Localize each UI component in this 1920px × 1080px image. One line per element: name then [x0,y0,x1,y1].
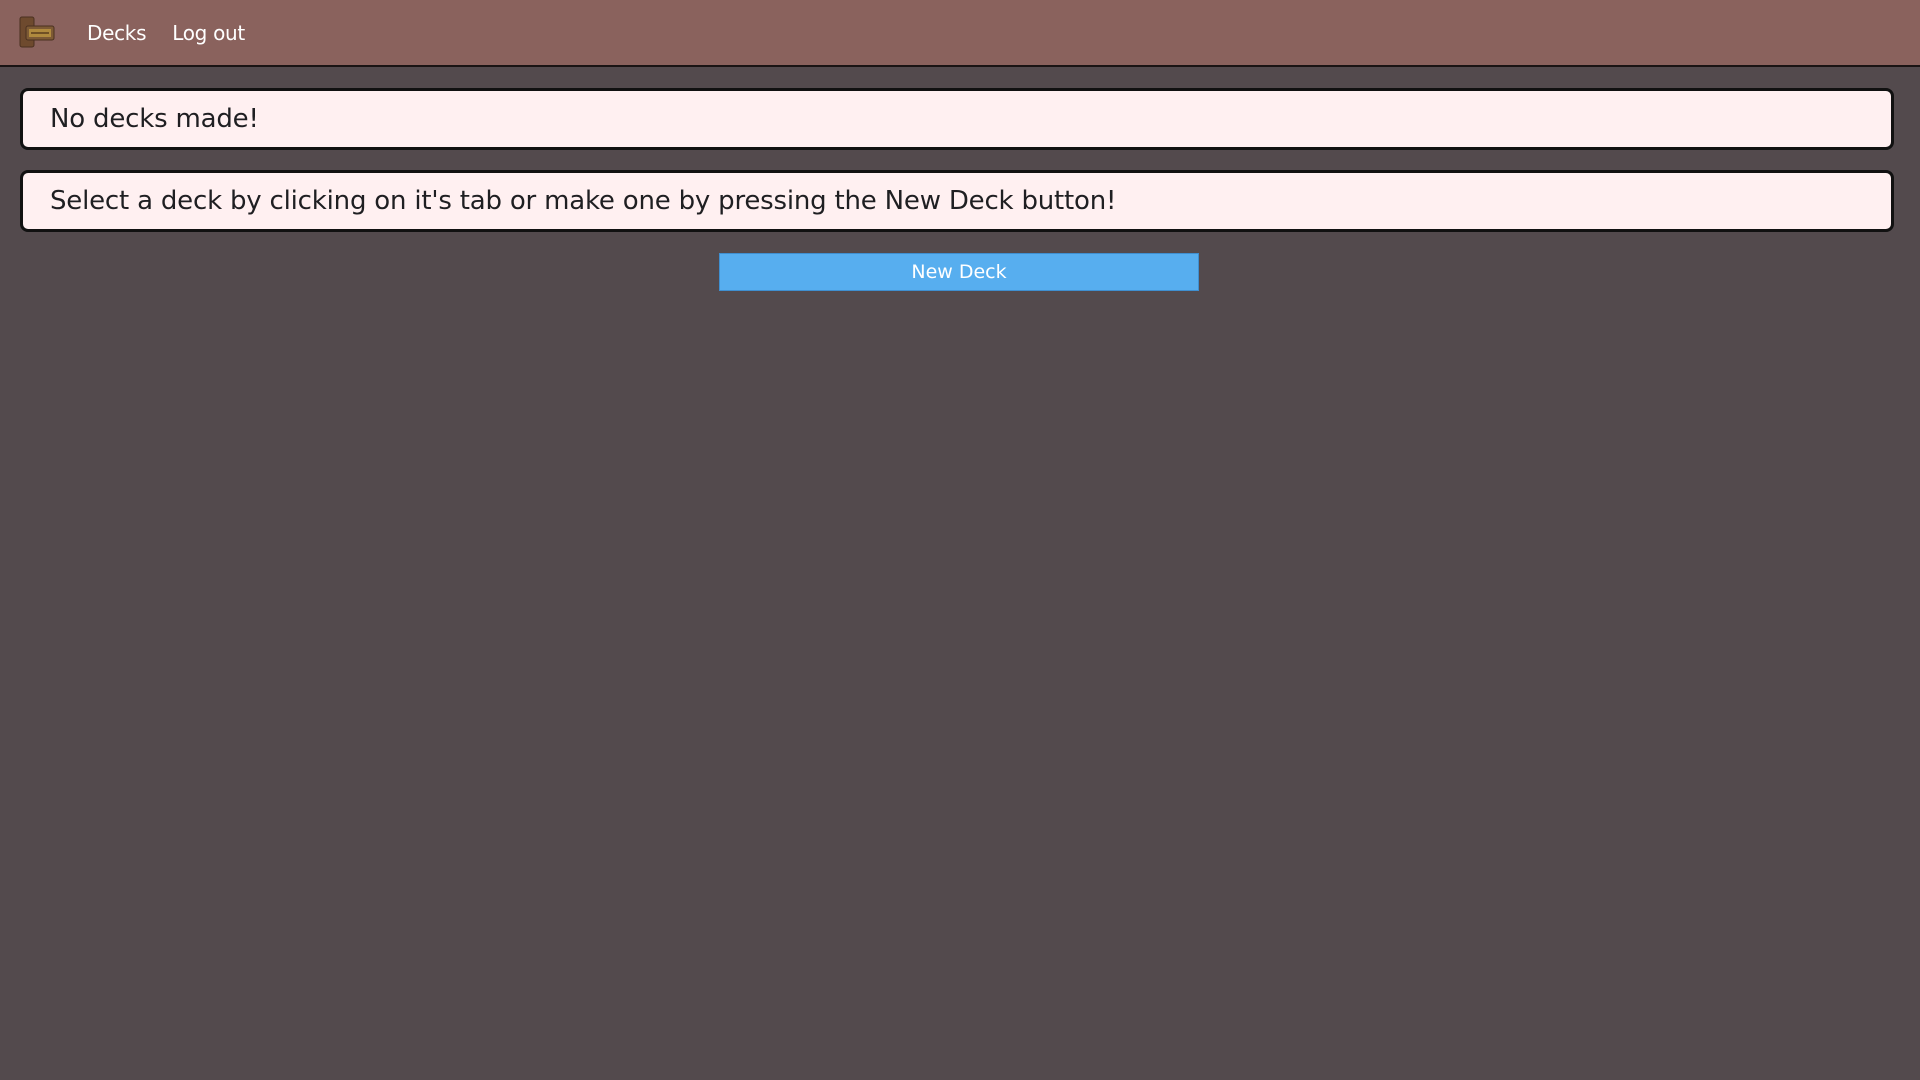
nav-link-decks[interactable]: Decks [87,21,147,45]
new-deck-button[interactable]: New Deck [719,253,1199,291]
instruction-message: Select a deck by clicking on it's tab or… [50,186,1117,216]
instruction-message-panel: Select a deck by clicking on it's tab or… [20,170,1894,232]
no-decks-message-panel: No decks made! [20,88,1894,150]
nav-link-log-out[interactable]: Log out [172,21,245,45]
top-navbar: Decks Log out [0,0,1920,67]
no-decks-message: No decks made! [50,104,259,134]
deck-box-logo-icon[interactable] [17,15,57,51]
